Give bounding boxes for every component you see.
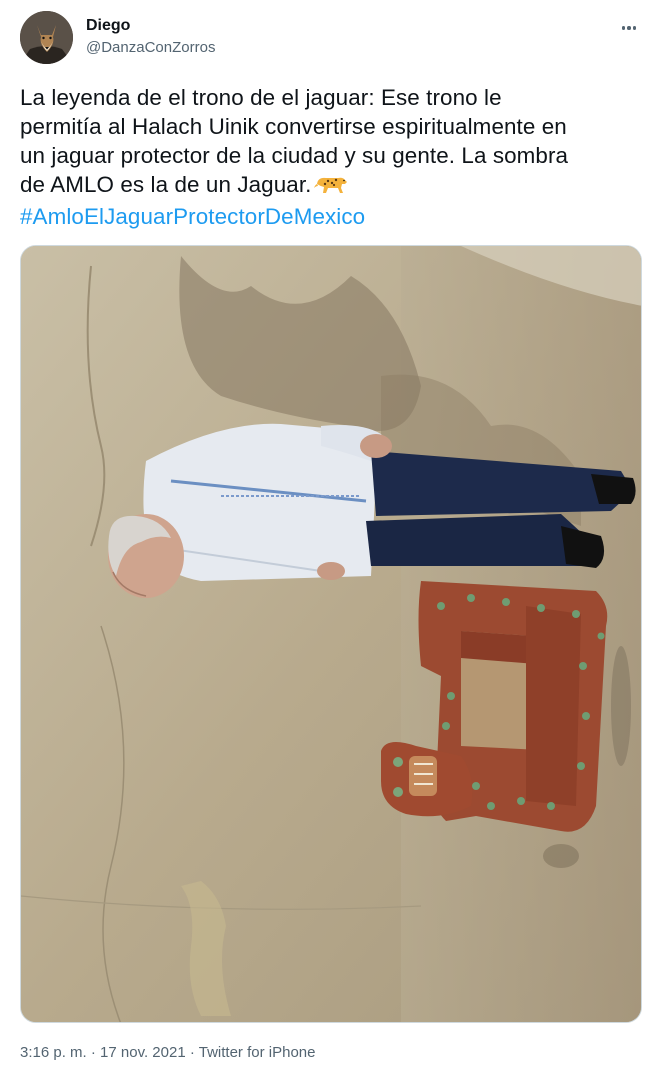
tweet-text-line-last: de AMLO es la de un Jaguar. (20, 170, 645, 202)
meta-separator: · (86, 1044, 101, 1061)
user-info: Diego @DanzaConZorros (86, 16, 215, 57)
tweet-text: La leyenda de el trono de el jaguar: Ese… (20, 83, 645, 231)
tweet-text-line: de AMLO es la de un Jaguar. (20, 172, 312, 197)
leopard-emoji-icon (314, 173, 348, 202)
photo-image (21, 246, 641, 1022)
fox-avatar-icon (20, 11, 73, 64)
tweet-date[interactable]: 17 nov. 2021 (100, 1044, 186, 1061)
tweet: Diego @DanzaConZorros La leyenda de el t… (0, 0, 659, 1079)
hashtag-link[interactable]: #AmloElJaguarProtectorDeMexico (20, 202, 645, 231)
tweet-header: Diego @DanzaConZorros (20, 10, 645, 66)
tweet-meta: 3:16 p. m. · 17 nov. 2021 · Twitter for … (20, 1043, 315, 1063)
user-handle[interactable]: @DanzaConZorros (86, 38, 215, 57)
tweet-text-line: La leyenda de el trono de el jaguar: Ese… (20, 85, 502, 110)
tweet-source: Twitter for iPhone (198, 1044, 316, 1061)
tweet-text-line: permitía al Halach Uinik convertirse esp… (20, 114, 567, 139)
more-dots-icon[interactable] (617, 16, 641, 40)
tweet-time[interactable]: 3:16 p. m. (20, 1044, 87, 1061)
meta-separator: · (185, 1044, 199, 1061)
avatar[interactable] (20, 11, 73, 64)
display-name[interactable]: Diego (86, 16, 215, 36)
tweet-text-line: un jaguar protector de la ciudad y su ge… (20, 143, 569, 168)
tweet-photo[interactable] (20, 245, 642, 1023)
